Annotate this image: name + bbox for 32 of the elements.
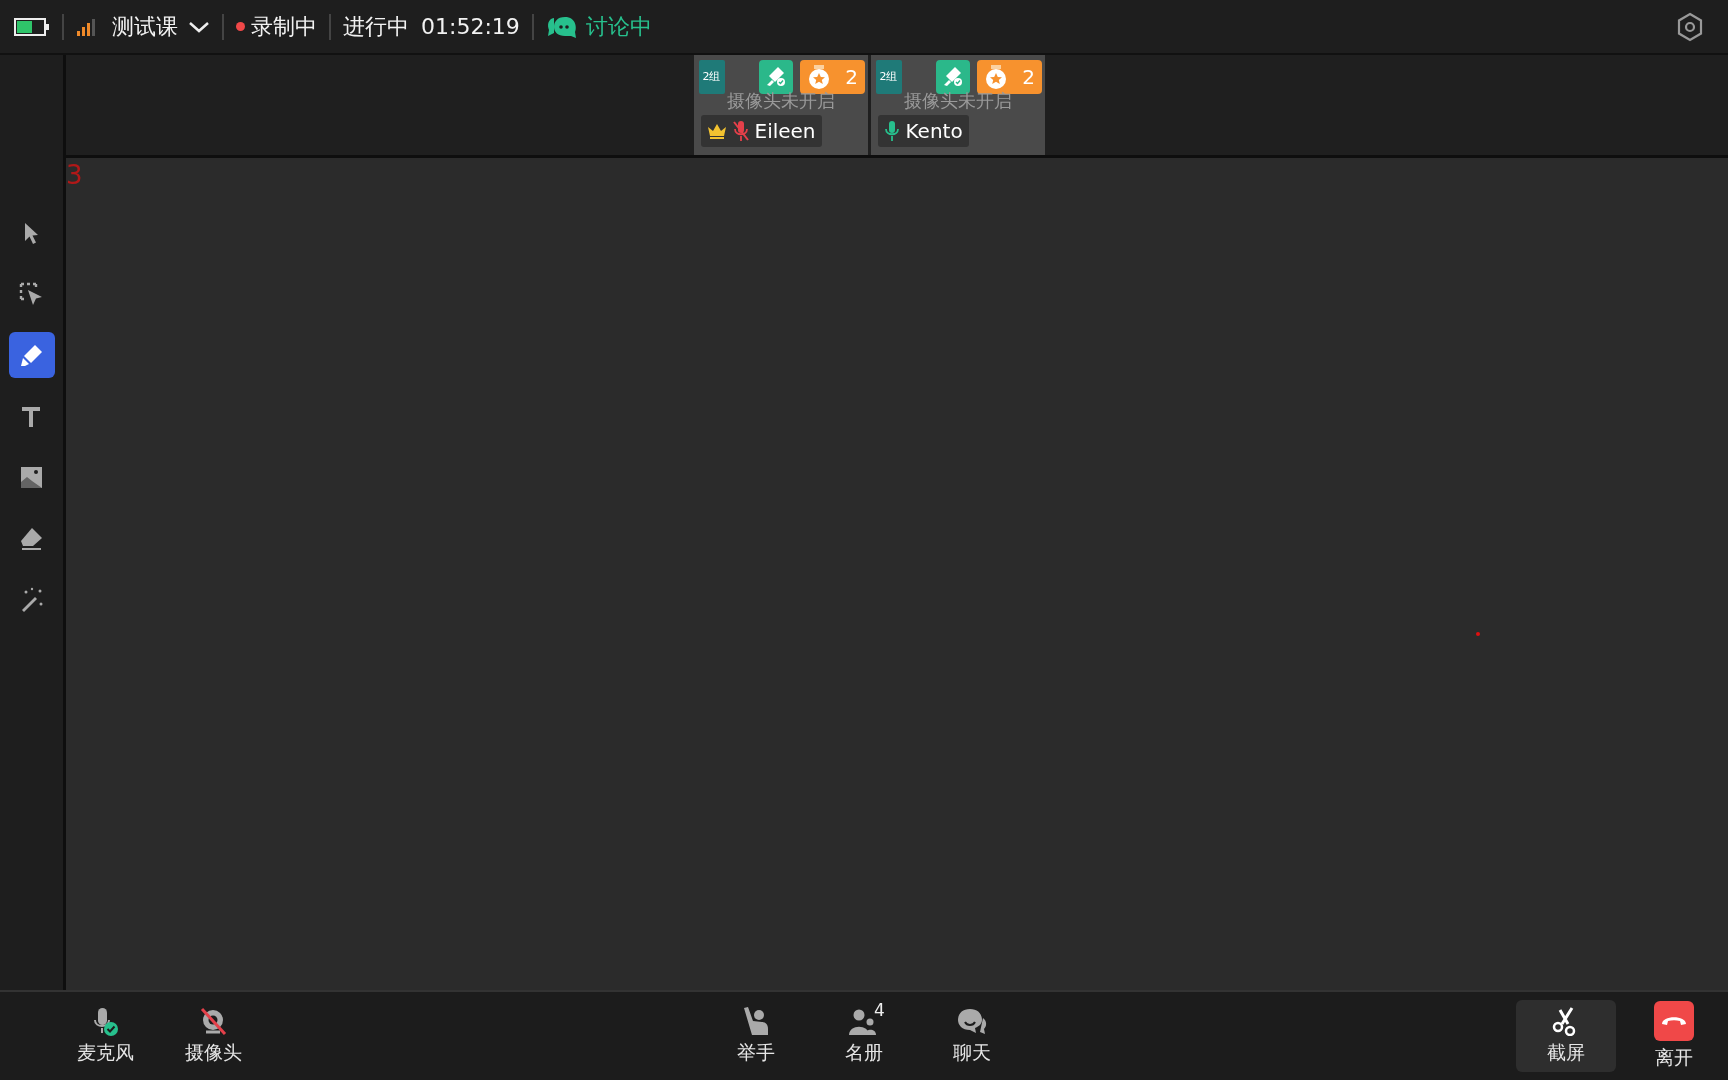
handwritten-digit: 3 [66,162,83,188]
signal-icon [76,16,96,37]
participant-name: Eileen [754,118,816,145]
discussion-status: 讨论中 [585,13,652,41]
group-badge: 2组 [698,60,725,94]
progress-status: 进行中 [343,13,409,41]
people-button[interactable]: 4 名册 [814,1000,914,1072]
highlighter-tool[interactable] [8,332,55,378]
participant-name: Kento [905,118,963,145]
group-badge: 2组 [875,60,902,94]
pen-dot [1476,632,1480,636]
battery-icon [14,16,50,37]
camera-status: 摄像头未开启 [902,91,1013,111]
course-title[interactable]: 测试课 [112,10,178,43]
settings-icon[interactable] [1676,11,1704,42]
camera-off-button[interactable]: 摄像头 [163,1000,263,1072]
hang-up-icon [1654,1000,1694,1041]
chevron-down-icon[interactable] [188,19,210,34]
raised-hand-button[interactable]: 举手 [706,1000,806,1072]
award-count: 2 [1022,64,1035,91]
microphone-button[interactable]: 麦克风 [55,1000,155,1072]
recording-status: 录制中 [251,13,317,41]
brush-button[interactable] [935,60,970,94]
brush-button[interactable] [758,60,793,94]
chat-bubbles-icon [545,14,578,39]
award-count: 2 [845,64,858,91]
elapsed-time: 01:52:19 [421,13,520,41]
camera-status: 摄像头未开启 [725,91,836,111]
chat-button[interactable]: 聊天 [922,1000,1022,1072]
scissors-button[interactable]: 截屏 [1516,1000,1616,1072]
people-count: 4 [874,1001,885,1019]
hang-up-button[interactable]: 离开 [1624,1000,1724,1072]
